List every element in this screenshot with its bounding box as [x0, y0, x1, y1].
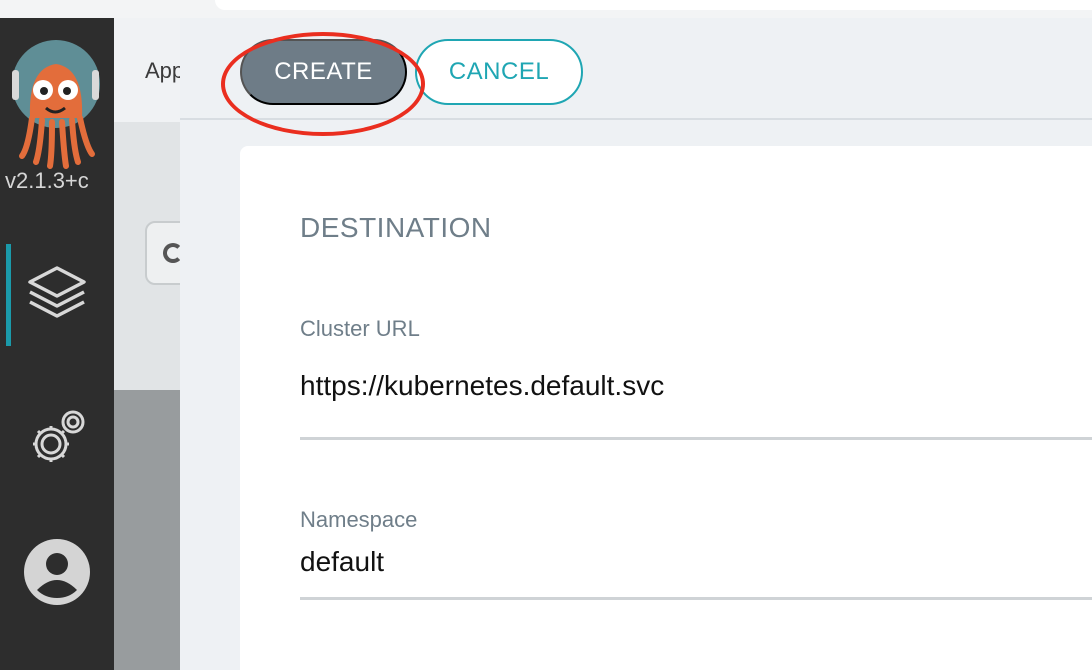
namespace-underline	[300, 597, 1092, 600]
layers-icon	[24, 260, 90, 331]
cluster-url-input[interactable]: https://kubernetes.default.svc	[300, 370, 664, 402]
cluster-url-label: Cluster URL	[300, 316, 420, 341]
panel-toolbar: CREATE CANCEL	[180, 18, 1092, 136]
browser-tab-edge	[215, 0, 1092, 10]
destination-form-card: DESTINATION Cluster URL https://kubernet…	[240, 146, 1092, 670]
nav-applications[interactable]	[0, 245, 114, 345]
background-page-title: App	[145, 58, 185, 83]
cluster-url-underline	[300, 437, 1092, 440]
gears-icon	[25, 406, 89, 475]
nav-user[interactable]	[0, 524, 114, 624]
create-button-highlight-annotation	[221, 32, 425, 136]
nav-settings[interactable]	[0, 390, 114, 490]
namespace-input[interactable]: default	[300, 546, 384, 578]
argo-octopus-logo	[8, 38, 102, 178]
create-application-panel: CREATE CANCEL DESTINATION Cluster URL ht…	[180, 18, 1092, 670]
user-avatar-icon	[23, 538, 91, 611]
section-title-destination: DESTINATION	[300, 212, 492, 243]
background-applications-page: App	[114, 18, 205, 670]
browser-chrome-strip	[0, 0, 1092, 18]
sidebar: v2.1.3+c	[0, 18, 114, 670]
namespace-label: Namespace	[300, 507, 418, 532]
app-version: v2.1.3+c	[5, 168, 89, 193]
cancel-button[interactable]: CANCEL	[415, 39, 583, 105]
